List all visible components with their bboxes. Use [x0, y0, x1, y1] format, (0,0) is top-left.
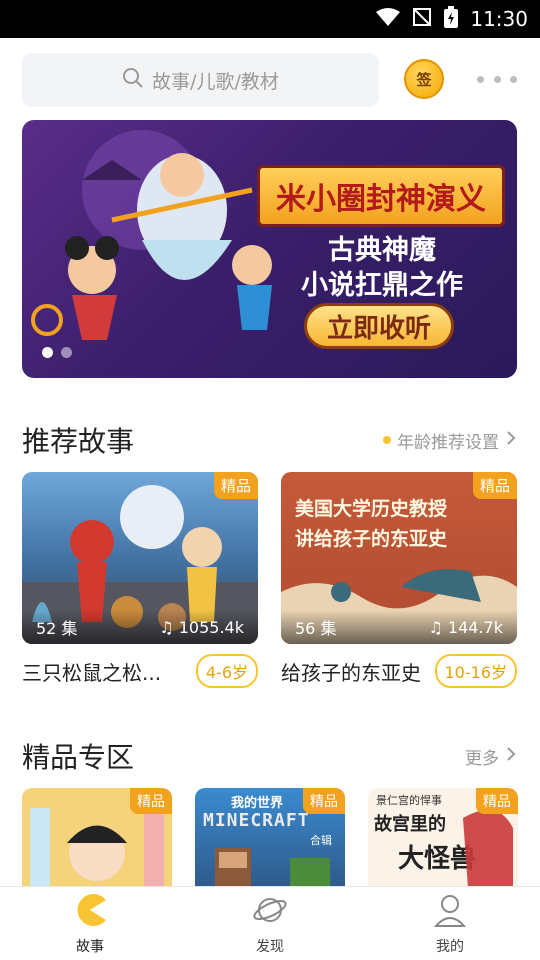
no-signal-icon — [412, 7, 432, 31]
premium-title: 精品专区 — [22, 741, 135, 774]
card-bottom: 给孩子的东亚史 10-16岁 — [281, 654, 517, 688]
age-setting-link[interactable]: 年龄推荐设置 — [383, 428, 517, 453]
more-link[interactable]: 更多 — [465, 744, 517, 769]
play-count-value: 144.7k — [447, 617, 503, 637]
tab-label: 发现 — [256, 938, 284, 955]
planet-icon — [252, 892, 288, 932]
status-time: 11:30 — [470, 7, 528, 31]
user-icon — [432, 892, 468, 932]
premium-item[interactable]: 精品 — [22, 788, 172, 888]
story-name: 三只松鼠之松... — [22, 660, 162, 685]
carousel-dot-active[interactable] — [42, 347, 53, 358]
carousel-dots — [42, 347, 72, 358]
wifi-icon — [376, 8, 401, 30]
episode-count: 56 集 — [295, 619, 337, 638]
card-meta: 52 集 ♫ 1055.4k — [22, 610, 258, 644]
episode-count: 52 集 — [36, 619, 78, 638]
story-card[interactable]: 精品 52 集 ♫ 1055.4k 三只松鼠之松... 4-6岁 — [22, 472, 258, 688]
tab-label: 故事 — [76, 938, 104, 955]
tab-discover[interactable]: 发现 — [180, 887, 360, 960]
recommend-header: 推荐故事 年龄推荐设置 — [22, 420, 517, 460]
play-count: ♫ 1055.4k — [159, 618, 244, 637]
battery-charging-icon — [444, 6, 459, 32]
status-bar: 11:30 — [0, 0, 540, 38]
tab-label: 我的 — [436, 938, 464, 955]
headphones-icon: ♫ — [159, 617, 174, 637]
story-name: 给孩子的东亚史 — [281, 660, 421, 685]
headphones-icon: ♫ — [428, 617, 443, 637]
recommend-title: 推荐故事 — [22, 425, 135, 458]
pacman-icon — [72, 892, 108, 932]
play-count: ♫ 144.7k — [428, 618, 503, 637]
tab-stories[interactable]: 故事 — [0, 887, 180, 960]
bottom-tab-bar: 故事 发现 我的 — [0, 886, 540, 960]
premium-item[interactable]: 景仁宫的悍事 故宫里的 大怪兽 精品 — [368, 788, 518, 888]
story-cover: 美国大学历史教授 讲给孩子的东亚史 精品 56 集 ♫ 144.7k — [281, 472, 517, 644]
search-icon — [122, 67, 144, 94]
card-bottom: 三只松鼠之松... 4-6岁 — [22, 654, 258, 688]
premium-tag: 精品 — [130, 788, 172, 814]
age-badge: 10-16岁 — [434, 654, 517, 688]
sign-in-label: 签 — [416, 70, 432, 89]
search-input[interactable]: 故事/儿歌/教材 — [22, 53, 379, 107]
search-placeholder: 故事/儿歌/教材 — [152, 70, 279, 93]
carousel-dot[interactable] — [61, 347, 72, 358]
banner-subtitle-2: 小说扛鼎之作 — [301, 270, 463, 301]
story-card[interactable]: 美国大学历史教授 讲给孩子的东亚史 精品 56 集 ♫ 144.7k 给孩子的东… — [281, 472, 517, 688]
premium-tag: 精品 — [476, 788, 518, 814]
play-count-value: 1055.4k — [178, 617, 244, 637]
banner-subtitle-1: 古典神魔 — [328, 235, 436, 266]
card-meta: 56 集 ♫ 144.7k — [281, 610, 517, 644]
search-row: 故事/儿歌/教材 签 — [22, 53, 522, 107]
sign-in-button[interactable]: 签 — [404, 59, 444, 99]
more-label: 更多 — [465, 748, 499, 769]
premium-item[interactable]: 我的世界 MINECRAFT 合辑 精品 — [195, 788, 345, 888]
age-badge: 4-6岁 — [195, 654, 258, 688]
chevron-right-icon — [505, 746, 517, 766]
chevron-right-icon — [505, 430, 517, 450]
age-setting-label: 年龄推荐设置 — [397, 432, 499, 453]
promo-banner[interactable]: 米小圈封神演义 古典神魔 小说扛鼎之作 立即收听 — [22, 120, 517, 378]
tab-profile[interactable]: 我的 — [360, 887, 540, 960]
indicator-dot — [383, 436, 391, 444]
listen-now-button[interactable]: 立即收听 — [304, 303, 454, 349]
story-cover: 精品 52 集 ♫ 1055.4k — [22, 472, 258, 644]
premium-tag: 精品 — [472, 472, 517, 499]
premium-tag: 精品 — [213, 472, 258, 499]
premium-tag: 精品 — [303, 788, 345, 814]
premium-header: 精品专区 更多 — [22, 736, 517, 776]
banner-title: 米小圈封神演义 — [257, 165, 505, 227]
more-options-icon[interactable] — [477, 67, 517, 91]
